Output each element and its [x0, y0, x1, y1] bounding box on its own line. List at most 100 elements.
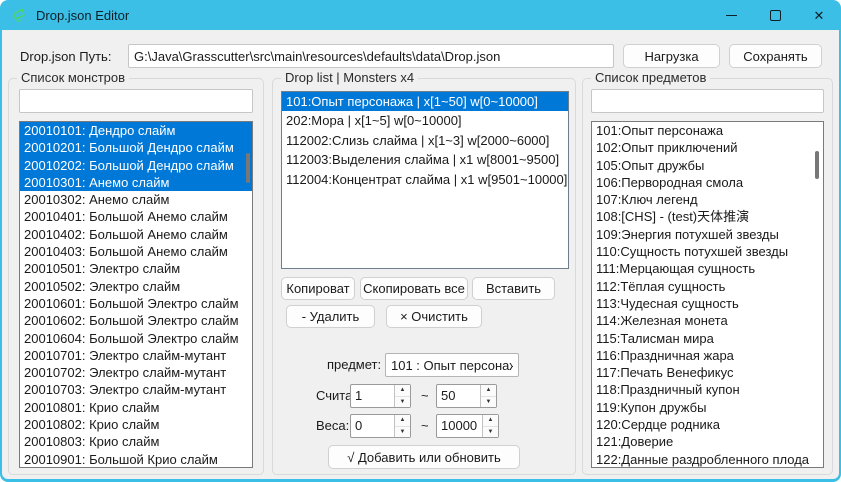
monsters-search-input[interactable]: [19, 89, 253, 113]
list-item[interactable]: 20010402: Большой Анемо слайм: [20, 226, 252, 243]
items-group: Список предметов 101:Опыт персонажа102:О…: [582, 78, 833, 475]
maximize-icon: [770, 10, 781, 21]
count-min-spin-buttons: ▲▼: [394, 385, 410, 407]
items-group-title: Список предметов: [591, 70, 710, 85]
minimize-button[interactable]: [709, 0, 753, 30]
list-item[interactable]: 20010202: Большой Дендро слайм: [20, 157, 252, 174]
maximize-button[interactable]: [753, 0, 797, 30]
list-item[interactable]: 20010701: Электро слайм-мутант: [20, 347, 252, 364]
monsters-group: Список монстров 20010101: Дендро слайм20…: [8, 78, 264, 475]
list-item[interactable]: 106:Первородная смола: [592, 174, 823, 191]
list-item[interactable]: 112002:Слизь слайма | x[1~3] w[2000~6000…: [282, 131, 568, 150]
items-search-input[interactable]: [591, 89, 824, 113]
list-item[interactable]: 121:Доверие: [592, 433, 823, 450]
monsters-listbox[interactable]: 20010101: Дендро слайм20010201: Большой …: [19, 121, 253, 468]
clear-button[interactable]: × Очистить: [386, 305, 482, 328]
save-button[interactable]: Сохранять: [729, 44, 822, 68]
list-item[interactable]: 20010702: Электро слайм-мутант: [20, 364, 252, 381]
list-item[interactable]: 105:Опыт дружбы: [592, 157, 823, 174]
list-item[interactable]: 20010502: Электро слайм: [20, 278, 252, 295]
list-item[interactable]: 20010604: Большой Электро слайм: [20, 330, 252, 347]
weight-min-value: 0: [351, 415, 394, 437]
drop-list-group: Drop list | Monsters x4 101:Опыт персона…: [272, 78, 576, 475]
list-item[interactable]: 20010601: Большой Электро слайм: [20, 295, 252, 312]
count-range-tilde: ~: [421, 388, 429, 403]
window-title: Drop.json Editor: [36, 8, 129, 23]
weight-max-value: 10000: [437, 415, 482, 437]
list-item[interactable]: 20010802: Крио слайм: [20, 416, 252, 433]
weight-label: Веса:: [316, 418, 349, 433]
list-item[interactable]: 101:Опыт персонажа: [592, 122, 823, 139]
list-item[interactable]: 115:Талисман мира: [592, 330, 823, 347]
list-item[interactable]: 20010403: Большой Анемо слайм: [20, 243, 252, 260]
weight-range-tilde: ~: [421, 418, 429, 433]
close-button[interactable]: ✕: [797, 0, 841, 30]
drop-list-group-title: Drop list | Monsters x4: [281, 70, 418, 85]
spin-up-icon[interactable]: ▲: [483, 415, 498, 427]
list-item[interactable]: 20010801: Крио слайм: [20, 399, 252, 416]
items-scrollbar-thumb[interactable]: [815, 151, 819, 179]
items-listbox[interactable]: 101:Опыт персонажа102:Опыт приключений10…: [591, 121, 824, 468]
copy-button[interactable]: Копироват: [281, 277, 355, 300]
list-item[interactable]: 114:Железная монета: [592, 312, 823, 329]
titlebar: Drop.json Editor ✕: [0, 0, 841, 30]
list-item[interactable]: 112003:Выделения слайма | x1 w[8001~9500…: [282, 150, 568, 169]
window-controls: ✕: [709, 0, 841, 30]
weight-max-spinner[interactable]: 10000 ▲▼: [436, 414, 499, 438]
window-content: Drop.json Путь: Нагрузка Сохранять Списо…: [2, 30, 839, 479]
spin-up-icon[interactable]: ▲: [395, 415, 410, 427]
spin-down-icon[interactable]: ▼: [395, 427, 410, 438]
list-item[interactable]: 20010501: Электро слайм: [20, 260, 252, 277]
list-item[interactable]: 20010703: Электро слайм-мутант: [20, 381, 252, 398]
list-item[interactable]: 20010101: Дендро слайм: [20, 122, 252, 139]
load-button[interactable]: Нагрузка: [623, 44, 720, 68]
list-item[interactable]: 20010901: Большой Крио слайм: [20, 451, 252, 468]
list-item[interactable]: 20010302: Анемо слайм: [20, 191, 252, 208]
count-max-spinner[interactable]: 50 ▲▼: [436, 384, 497, 408]
list-item[interactable]: 122:Данные раздробленного плода: [592, 451, 823, 468]
list-item[interactable]: 20010301: Анемо слайм: [20, 174, 252, 191]
spin-down-icon[interactable]: ▼: [395, 397, 410, 408]
list-item[interactable]: 111:Мерцающая сущность: [592, 260, 823, 277]
list-item[interactable]: 20010401: Большой Анемо слайм: [20, 208, 252, 225]
app-window: Drop.json Editor ✕ Drop.json Путь: Нагру…: [0, 0, 841, 482]
list-item[interactable]: 118:Праздничный купон: [592, 381, 823, 398]
count-min-value: 1: [351, 385, 394, 407]
list-item[interactable]: 108:[CHS] - (test)天体推演: [592, 208, 823, 225]
list-item[interactable]: 119:Купон дружбы: [592, 399, 823, 416]
item-field-input[interactable]: [385, 353, 519, 377]
app-megaphone-icon: [10, 6, 28, 24]
list-item[interactable]: 109:Энергия потухшей звезды: [592, 226, 823, 243]
monsters-scrollbar-thumb[interactable]: [246, 153, 250, 183]
count-min-spinner[interactable]: 1 ▲▼: [350, 384, 411, 408]
list-item[interactable]: 116:Праздничная жара: [592, 347, 823, 364]
weight-min-spinner[interactable]: 0 ▲▼: [350, 414, 411, 438]
count-max-value: 50: [437, 385, 480, 407]
drop-listbox[interactable]: 101:Опыт персонажа | x[1~50] w[0~10000]2…: [281, 91, 569, 269]
spin-up-icon[interactable]: ▲: [395, 385, 410, 397]
close-icon: ✕: [814, 9, 825, 22]
spin-down-icon[interactable]: ▼: [483, 427, 498, 438]
list-item[interactable]: 117:Печать Венефикус: [592, 364, 823, 381]
list-item[interactable]: 110:Сущность потухшей звезды: [592, 243, 823, 260]
list-item[interactable]: 107:Ключ легенд: [592, 191, 823, 208]
list-item[interactable]: 202:Мора | x[1~5] w[0~10000]: [282, 111, 568, 130]
list-item[interactable]: 101:Опыт персонажа | x[1~50] w[0~10000]: [282, 92, 568, 111]
delete-button[interactable]: - Удалить: [286, 305, 375, 328]
add-or-update-button[interactable]: √ Добавить или обновить: [328, 445, 520, 469]
path-input[interactable]: [128, 44, 614, 68]
spin-up-icon[interactable]: ▲: [481, 385, 496, 397]
list-item[interactable]: 102:Опыт приключений: [592, 139, 823, 156]
paste-button[interactable]: Вставить: [472, 277, 555, 300]
copy-all-button[interactable]: Скопировать все: [360, 277, 468, 300]
list-item[interactable]: 20010602: Большой Электро слайм: [20, 312, 252, 329]
list-item[interactable]: 112:Тёплая сущность: [592, 278, 823, 295]
count-max-spin-buttons: ▲▼: [480, 385, 496, 407]
list-item[interactable]: 20010201: Большой Дендро слайм: [20, 139, 252, 156]
weight-max-spin-buttons: ▲▼: [482, 415, 498, 437]
list-item[interactable]: 120:Сердце родника: [592, 416, 823, 433]
list-item[interactable]: 113:Чудесная сущность: [592, 295, 823, 312]
spin-down-icon[interactable]: ▼: [481, 397, 496, 408]
list-item[interactable]: 112004:Концентрат слайма | x1 w[9501~100…: [282, 170, 568, 189]
list-item[interactable]: 20010803: Крио слайм: [20, 433, 252, 450]
